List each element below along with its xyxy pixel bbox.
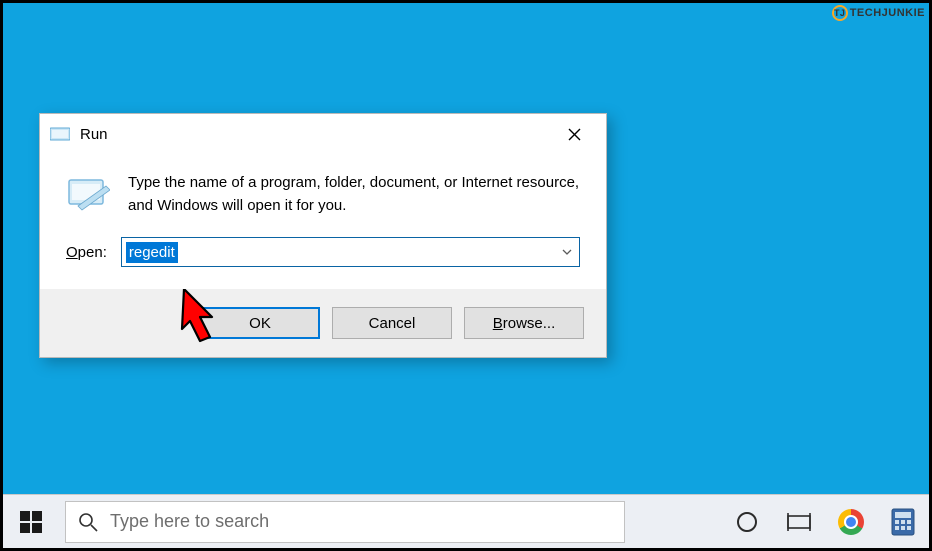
run-title-icon bbox=[50, 126, 70, 142]
cancel-button[interactable]: Cancel bbox=[332, 307, 452, 339]
watermark: TJ TECHJUNKIE bbox=[832, 5, 925, 21]
chevron-down-icon[interactable] bbox=[561, 246, 573, 258]
dialog-body: Type the name of a program, folder, docu… bbox=[40, 154, 606, 225]
cortana-icon bbox=[736, 511, 758, 533]
taskbar-search[interactable]: Type here to search bbox=[65, 501, 625, 543]
calculator-icon bbox=[891, 508, 915, 536]
titlebar[interactable]: Run bbox=[40, 114, 606, 154]
taskbar: Type here to search bbox=[3, 494, 929, 548]
close-icon bbox=[568, 128, 581, 141]
windows-logo-icon bbox=[20, 511, 42, 533]
desktop-background: TJ TECHJUNKIE Run bbox=[3, 3, 929, 494]
search-icon bbox=[78, 512, 98, 532]
start-button[interactable] bbox=[3, 495, 59, 549]
task-view-icon bbox=[786, 511, 812, 533]
open-input-value: regedit bbox=[126, 242, 178, 263]
calculator-app[interactable] bbox=[877, 495, 929, 549]
ok-button[interactable]: OK bbox=[200, 307, 320, 339]
button-row: OK Cancel Browse... bbox=[40, 289, 606, 357]
chrome-icon bbox=[838, 509, 864, 535]
chrome-app[interactable] bbox=[825, 495, 877, 549]
open-label: Open: bbox=[66, 244, 107, 261]
system-tray bbox=[721, 495, 929, 549]
close-button[interactable] bbox=[550, 117, 598, 151]
cortana-button[interactable] bbox=[721, 495, 773, 549]
dialog-description: Type the name of a program, folder, docu… bbox=[128, 172, 580, 217]
run-dialog: Run Type the name of a program, folder, … bbox=[39, 113, 607, 358]
open-combobox[interactable]: regedit bbox=[121, 237, 580, 267]
run-icon bbox=[66, 172, 110, 216]
open-row: Open: regedit bbox=[40, 225, 606, 289]
watermark-badge: TJ bbox=[832, 5, 848, 21]
watermark-text: TECHJUNKIE bbox=[850, 7, 925, 19]
task-view-button[interactable] bbox=[773, 495, 825, 549]
browse-button[interactable]: Browse... bbox=[464, 307, 584, 339]
search-placeholder: Type here to search bbox=[110, 511, 269, 532]
dialog-title: Run bbox=[80, 126, 550, 143]
